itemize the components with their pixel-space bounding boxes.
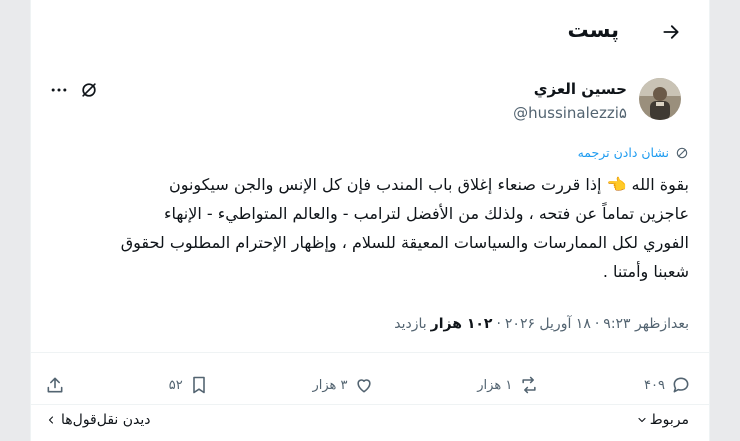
more-options-button[interactable]	[45, 76, 73, 104]
views-count: ۱۰۲ هزار	[430, 316, 493, 332]
translation-label: نشان دادن ترجمه	[577, 145, 669, 160]
tweet-date[interactable]: ۱۸ آوریل ۲۰۲۶	[505, 316, 591, 332]
author-name[interactable]: حسين العزي	[534, 80, 627, 98]
tweet-line: عاجزين تماماً عن فتحه ، ولذلك من الأفضل …	[164, 204, 689, 223]
tweet-line: الفوري لكل الممارسات والسياسات المعيقة ل…	[120, 233, 689, 252]
post-header: پست	[31, 0, 709, 64]
repost-count: ۱ هزار	[477, 377, 513, 393]
view-quotes-link[interactable]: دیدن نقل‌قول‌ها	[45, 412, 151, 428]
tweet-line: بقوة الله 👈 إذا قررت صنعاء إغلاق باب الم…	[168, 175, 689, 194]
like-button[interactable]: ۳ هزار	[312, 375, 373, 395]
repost-icon	[522, 376, 536, 394]
page-title: پست	[567, 18, 620, 42]
repost-button[interactable]: ۱ هزار	[477, 375, 540, 395]
related-label: مربوط	[649, 412, 689, 428]
bookmark-icon	[192, 376, 205, 394]
heart-icon	[356, 379, 371, 393]
bookmark-count: ۵۲	[168, 377, 183, 393]
divider	[31, 404, 709, 405]
share-icon	[47, 377, 63, 393]
author-handle[interactable]: @hussinalezzi۵	[513, 104, 627, 122]
tweet-text: بقوة الله 👈 إذا قررت صنعاء إغلاق باب الم…	[57, 170, 689, 286]
quotes-label: دیدن نقل‌قول‌ها	[61, 412, 151, 428]
back-button[interactable]	[657, 18, 685, 46]
separator: ·	[496, 316, 501, 332]
tweet-time[interactable]: بعدازظهر ۹:۲۳	[603, 316, 689, 332]
post-footer: مربوط دیدن نقل‌قول‌ها	[31, 408, 709, 441]
more-horizontal-icon	[51, 88, 67, 92]
related-dropdown[interactable]: مربوط	[636, 412, 689, 428]
translate-icon	[676, 147, 688, 158]
share-button[interactable]	[45, 375, 65, 395]
chevron-down-icon	[638, 417, 646, 423]
arrow-right-icon	[663, 25, 679, 39]
avatar[interactable]	[639, 78, 681, 120]
views-label: بازدید	[394, 316, 427, 332]
reply-count: ۴۰۹	[644, 377, 665, 393]
reply-button[interactable]: ۴۰۹	[644, 375, 691, 395]
grok-icon	[82, 83, 96, 97]
tweet-meta: بعدازظهر ۹:۲۳ · ۱۸ آوریل ۲۰۲۶ · ۱۰۲ هزار…	[394, 316, 689, 332]
separator: ·	[594, 316, 600, 332]
reply-icon	[673, 377, 689, 393]
chevron-left-icon	[48, 416, 54, 424]
post-card: پست حسين العزي @hussinalezzi۵ نشان دادن …	[30, 0, 710, 441]
author-row: حسين العزي @hussinalezzi۵	[31, 72, 709, 128]
tweet-line: شعبنا وأمتنا .	[602, 262, 689, 281]
divider	[31, 352, 709, 353]
action-bar: ۴۰۹ ۱ هزار ۳ هزار ۵۲	[45, 366, 691, 404]
grok-button[interactable]	[75, 76, 103, 104]
show-translation-link[interactable]: نشان دادن ترجمه	[578, 145, 689, 160]
bookmark-button[interactable]: ۵۲	[169, 375, 209, 395]
like-count: ۳ هزار	[312, 377, 348, 393]
